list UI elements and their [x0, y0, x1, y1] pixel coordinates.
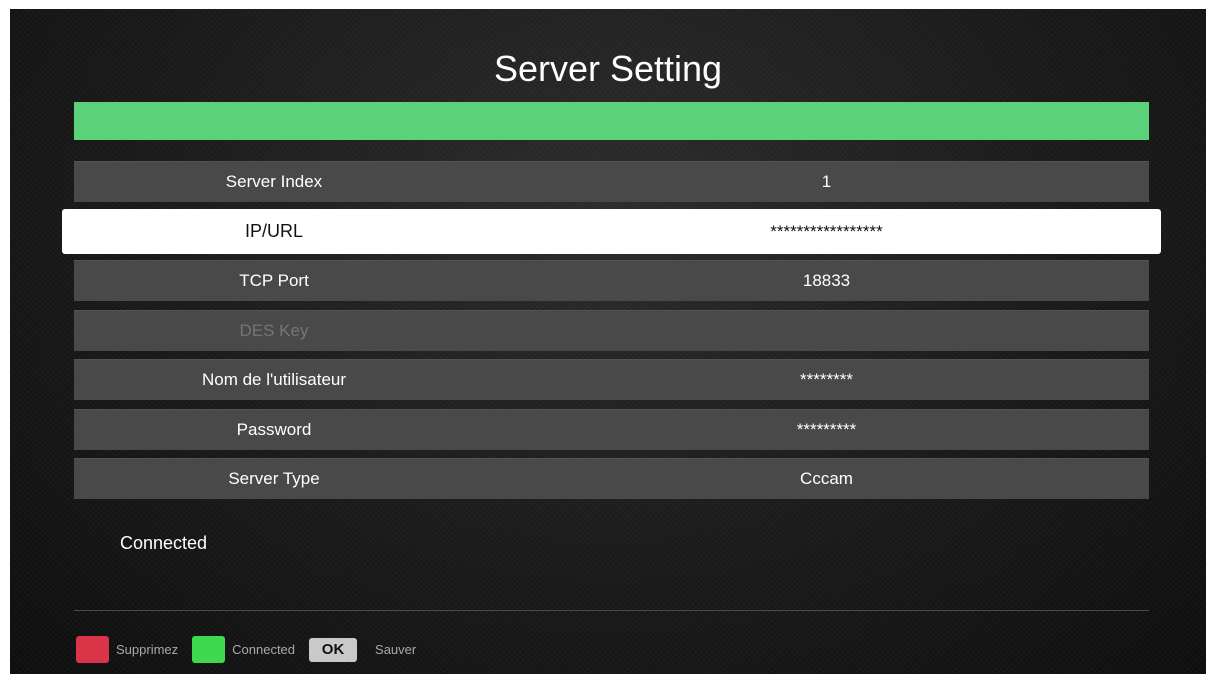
password-row[interactable]: Password ********* — [74, 408, 1149, 450]
des-key-row: DES Key — [74, 309, 1149, 351]
settings-list: Server Index 1 IP/URL ***************** … — [62, 161, 1161, 508]
connection-status-text: Connected — [120, 533, 208, 553]
ip-url-label: IP/URL — [244, 220, 304, 241]
username-label: Nom de l'utilisateur — [201, 370, 347, 389]
ok-key-button[interactable]: OK — [309, 637, 358, 662]
server-index-row[interactable]: Server Index 1 — [74, 161, 1149, 202]
green-key-label: Connected — [232, 642, 296, 657]
tcp-port-row[interactable]: TCP Port 18833 — [74, 260, 1149, 301]
username-value: ******** — [800, 370, 853, 389]
page-title: Server Setting — [493, 48, 723, 89]
footer-hints: Supprimez Connected OK Sauver — [76, 636, 430, 663]
server-type-value: Cccam — [800, 469, 853, 488]
red-key-label: Supprimez — [116, 642, 179, 657]
username-row[interactable]: Nom de l'utilisateur ******** — [74, 359, 1149, 400]
server-index-value: 1 — [821, 172, 832, 191]
password-label: Password — [236, 419, 312, 439]
progress-fill — [74, 102, 1149, 140]
connection-progress-bar — [74, 102, 1149, 140]
password-value: ********* — [796, 419, 857, 439]
server-setting-screen: Server Setting Server Index 1 IP/URL ***… — [10, 9, 1206, 674]
ip-url-row[interactable]: IP/URL ***************** — [62, 208, 1161, 254]
server-type-label: Server Type — [228, 469, 320, 488]
server-type-row[interactable]: Server Type Cccam — [74, 458, 1149, 499]
ok-key-label: Sauver — [375, 642, 417, 657]
ip-url-value: ***************** — [770, 221, 883, 241]
tcp-port-label: TCP Port — [239, 271, 309, 290]
des-key-value — [674, 310, 979, 351]
des-key-label: DES Key — [239, 320, 309, 340]
tcp-port-value: 18833 — [802, 271, 851, 290]
server-index-label: Server Index — [225, 172, 323, 191]
footer-divider — [74, 610, 1149, 611]
red-key-icon[interactable] — [76, 636, 109, 663]
green-key-icon[interactable] — [192, 636, 226, 663]
